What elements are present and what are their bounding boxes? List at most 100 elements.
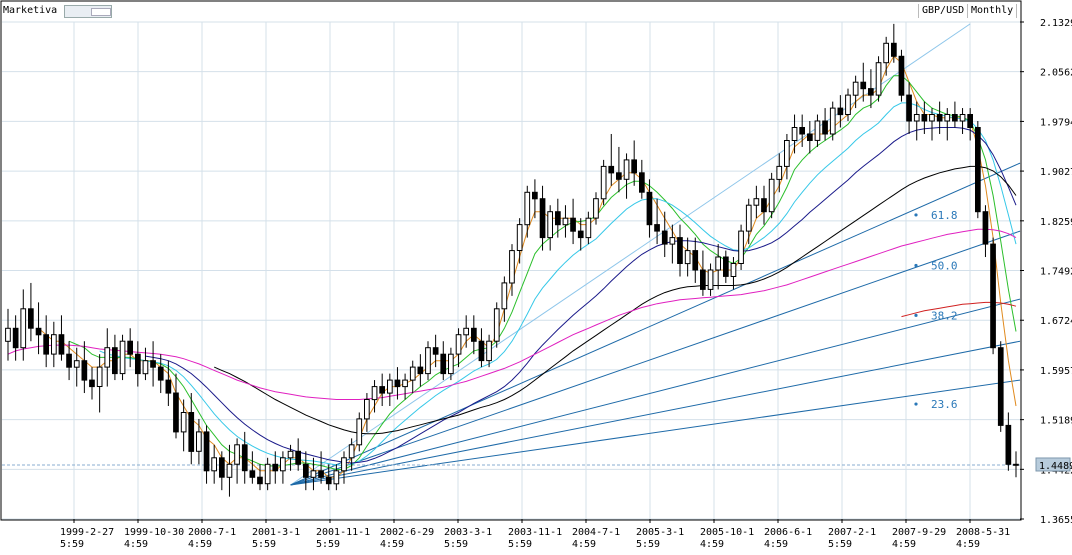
candle-body: [898, 55, 905, 96]
candle-body: [730, 263, 737, 277]
candle-body: [776, 165, 783, 180]
candle-body: [997, 347, 1004, 426]
y-tick-label: 1.8259: [1040, 217, 1072, 228]
candle-body: [1013, 463, 1019, 466]
x-tick-date: 2001-11-1: [316, 527, 370, 538]
candle-body: [303, 463, 309, 478]
candle-body: [394, 379, 401, 388]
candle-body: [791, 127, 798, 141]
y-tick-label: 1.3655: [1040, 515, 1072, 526]
candle-body: [165, 379, 172, 394]
candle-body: [379, 386, 385, 394]
candle-body: [944, 114, 951, 122]
candle-body: [142, 360, 149, 375]
brand-label: Marketiva: [3, 4, 58, 18]
candle-body: [516, 224, 523, 252]
candle-body: [20, 308, 27, 349]
candle-body: [35, 327, 42, 336]
price-chart[interactable]: 61.8 50.0 38.2 23.6 2.1329 2.0562 1.9794 1.902…: [0, 0, 1072, 555]
y-tick-label: 1.9794: [1040, 117, 1072, 128]
candle-body: [906, 94, 912, 122]
candle-body: [371, 386, 378, 401]
candle: [738, 224, 744, 270]
candle-body: [1005, 424, 1012, 465]
y-tick-label: 1.6724: [1040, 316, 1072, 327]
candle-body: [89, 379, 95, 388]
candle-body: [219, 457, 225, 478]
candle-body: [975, 127, 981, 213]
x-tick-time: 5:59: [636, 539, 660, 550]
candle-body: [12, 327, 19, 349]
candle: [997, 341, 1004, 432]
x-tick-time: 5:59: [60, 539, 84, 550]
candle: [975, 121, 981, 219]
candle-body: [539, 198, 546, 239]
x-tick-date: 2004-7-1: [572, 527, 620, 538]
candle-body: [440, 353, 447, 375]
candle: [119, 334, 126, 381]
candle-body: [333, 470, 340, 485]
candle-body: [150, 360, 156, 368]
candle-body: [600, 165, 607, 200]
period-label[interactable]: Monthly: [968, 4, 1018, 18]
candle-body: [173, 392, 179, 433]
candle-body: [646, 191, 653, 226]
x-tick-date: 2005-3-1: [636, 527, 684, 538]
candle-body: [967, 114, 973, 128]
candle-body: [341, 457, 347, 472]
candle-body: [257, 476, 263, 485]
fib-label: 23.6: [931, 398, 958, 411]
chart-window: 61.8 50.0 38.2 23.6 2.1329 2.0562 1.9794 1.902…: [0, 0, 1072, 555]
x-tick-date: 2005-10-1: [700, 527, 754, 538]
candle-body: [310, 470, 317, 478]
candle-body: [135, 353, 141, 375]
x-tick-date: 2006-6-1: [764, 527, 812, 538]
brand-control[interactable]: [64, 5, 112, 18]
candle-body: [593, 198, 599, 219]
candle-body: [524, 191, 531, 226]
candle-body: [425, 347, 431, 375]
candle-body: [104, 347, 111, 368]
candle-body: [348, 444, 355, 459]
x-tick-time: 4:59: [380, 539, 404, 550]
candle-body: [249, 470, 256, 478]
candle-body: [486, 340, 492, 362]
y-tick-label: 1.5189: [1040, 416, 1072, 427]
candle-body: [234, 444, 240, 465]
x-tick-date: 2002-6-29: [380, 527, 434, 538]
candle-body: [96, 366, 103, 388]
candle-body: [264, 463, 271, 485]
candle-body: [325, 476, 332, 485]
candle-body: [196, 431, 202, 452]
x-tick-time: 4:59: [700, 539, 724, 550]
candle-body: [577, 230, 584, 239]
candle-body: [768, 178, 775, 213]
x-tick-time: 5:59: [508, 539, 532, 550]
fib-label: 50.0: [931, 259, 958, 272]
candle-body: [547, 211, 553, 239]
candle-body: [241, 444, 248, 472]
candle-body: [509, 250, 515, 284]
candle-body: [661, 230, 668, 245]
x-tick-time: 4:59: [764, 539, 788, 550]
candle-body: [921, 114, 928, 122]
candle-body: [784, 140, 790, 167]
candle-body: [211, 457, 218, 472]
candle-body: [700, 269, 706, 290]
candle-body: [822, 120, 828, 135]
candle-body: [875, 62, 882, 96]
candle-body: [272, 463, 279, 472]
symbol-label[interactable]: GBP/USD: [918, 4, 969, 18]
candle-body: [745, 204, 752, 232]
candle-body: [891, 42, 897, 57]
candle-body: [829, 107, 836, 135]
candle-body: [868, 88, 874, 96]
candle-body: [585, 217, 592, 239]
x-tick-date: 2007-2-1: [828, 527, 876, 538]
candle-body: [631, 159, 637, 174]
candle-body: [715, 256, 721, 271]
candle: [493, 302, 500, 348]
candle-body: [990, 243, 996, 349]
x-tick-time: 5:59: [444, 539, 468, 550]
candle-body: [295, 450, 301, 465]
